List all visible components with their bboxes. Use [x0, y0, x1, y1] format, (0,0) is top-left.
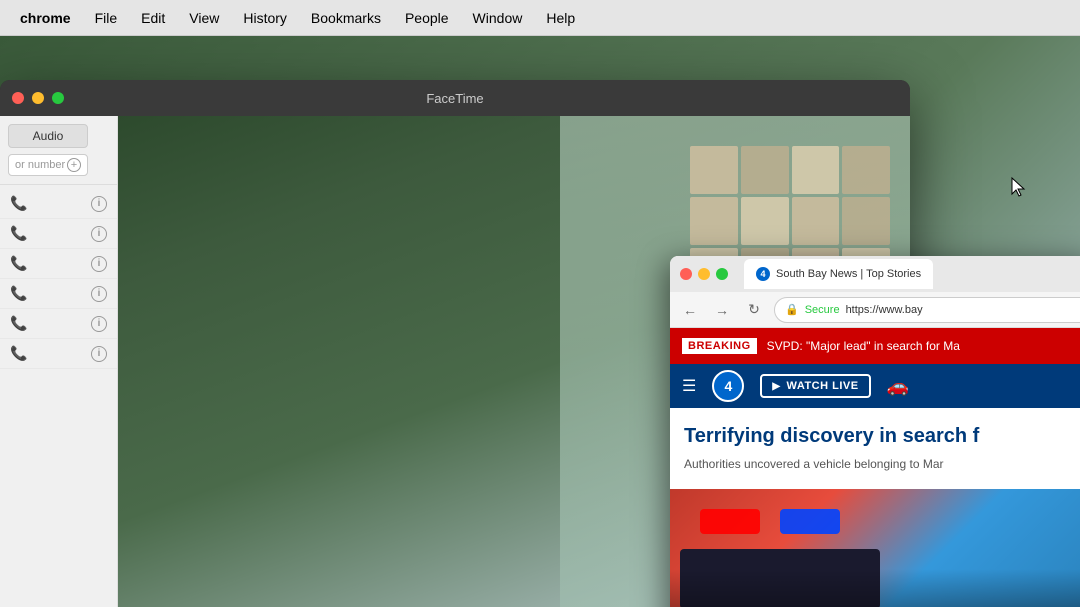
mouse-cursor	[1010, 176, 1030, 200]
breaking-news-text: SVPD: "Major lead" in search for Ma	[767, 339, 960, 353]
menu-view[interactable]: View	[179, 6, 229, 30]
audio-button[interactable]: Audio	[8, 124, 88, 148]
car-icon: 🚗	[887, 376, 909, 397]
phone-icon: 📞	[10, 285, 27, 302]
police-light-blue	[780, 509, 840, 534]
facetime-titlebar: FaceTime	[0, 80, 910, 116]
contact-row[interactable]: 📞 i	[0, 279, 117, 309]
add-contact-icon[interactable]: +	[67, 158, 81, 172]
back-button[interactable]: ←	[678, 298, 702, 322]
contact-row[interactable]: 📞 i	[0, 219, 117, 249]
facetime-title: FaceTime	[426, 91, 483, 106]
menu-history[interactable]: History	[233, 6, 297, 30]
hamburger-icon[interactable]: ☰	[682, 376, 696, 396]
number-placeholder: or number	[15, 159, 65, 171]
photo-item	[842, 146, 890, 194]
watch-live-button[interactable]: ▶ WATCH LIVE	[760, 374, 870, 398]
info-icon[interactable]: i	[91, 256, 107, 272]
breaking-label: BREAKING	[682, 338, 757, 354]
browser-toolbar: ← → ↻ 🔒 Secure https://www.bay	[670, 292, 1080, 328]
photo-item	[690, 146, 738, 194]
lock-icon: 🔒	[785, 303, 799, 316]
photo-item	[741, 197, 789, 245]
close-button[interactable]	[12, 92, 24, 104]
info-icon[interactable]: i	[91, 316, 107, 332]
secure-label: Secure	[805, 304, 840, 316]
breaking-news-banner: BREAKING SVPD: "Major lead" in search fo…	[670, 328, 1080, 364]
browser-tab[interactable]: 4 South Bay News | Top Stories	[744, 259, 933, 289]
news-logo: 4	[712, 370, 744, 402]
info-icon[interactable]: i	[91, 286, 107, 302]
info-icon[interactable]: i	[91, 226, 107, 242]
address-bar[interactable]: 🔒 Secure https://www.bay	[774, 297, 1080, 323]
news-navbar: ☰ 4 ▶ WATCH LIVE 🚗	[670, 364, 1080, 408]
browser-titlebar: 4 South Bay News | Top Stories	[670, 256, 1080, 292]
news-summary: Authorities uncovered a vehicle belongin…	[684, 456, 1080, 473]
photo-item	[741, 146, 789, 194]
image-overlay	[670, 569, 1080, 607]
window-controls	[12, 92, 64, 104]
menu-edit[interactable]: Edit	[131, 6, 175, 30]
reload-button[interactable]: ↻	[742, 298, 766, 322]
facetime-sidebar: Audio or number + 📞 i 📞 i 📞 i	[0, 116, 118, 607]
menu-people[interactable]: People	[395, 6, 459, 30]
tab-title: South Bay News | Top Stories	[776, 268, 921, 280]
contact-list: 📞 i 📞 i 📞 i 📞 i 📞 i	[0, 185, 117, 373]
phone-icon: 📞	[10, 225, 27, 242]
maximize-button[interactable]	[52, 92, 64, 104]
play-icon: ▶	[772, 381, 780, 392]
contact-row[interactable]: 📞 i	[0, 309, 117, 339]
news-image	[670, 489, 1080, 607]
photo-item	[792, 146, 840, 194]
contact-row[interactable]: 📞 i	[0, 189, 117, 219]
phone-icon: 📞	[10, 315, 27, 332]
contact-row[interactable]: 📞 i	[0, 249, 117, 279]
photo-item	[792, 197, 840, 245]
photo-item	[690, 197, 738, 245]
photo-item	[842, 197, 890, 245]
background-scene: FaceTime Audio or number + 📞 i 📞 i	[0, 36, 1080, 607]
forward-button[interactable]: →	[710, 298, 734, 322]
tab-favicon: 4	[756, 267, 770, 281]
menu-window[interactable]: Window	[463, 6, 533, 30]
url-text: https://www.bay	[846, 304, 923, 316]
phone-icon: 📞	[10, 345, 27, 362]
phone-icon: 📞	[10, 255, 27, 272]
menu-file[interactable]: File	[85, 6, 128, 30]
browser-maximize-button[interactable]	[716, 268, 728, 280]
watch-live-label: WATCH LIVE	[787, 380, 859, 392]
phone-icon: 📞	[10, 195, 27, 212]
info-icon[interactable]: i	[91, 196, 107, 212]
info-icon[interactable]: i	[91, 346, 107, 362]
menu-chrome[interactable]: chrome	[10, 6, 81, 30]
news-headline: Terrifying discovery in search f	[684, 424, 1080, 448]
menu-bookmarks[interactable]: Bookmarks	[301, 6, 391, 30]
sidebar-top: Audio or number +	[0, 116, 117, 185]
browser-minimize-button[interactable]	[698, 268, 710, 280]
menu-bar: chrome File Edit View History Bookmarks …	[0, 0, 1080, 36]
browser-close-button[interactable]	[680, 268, 692, 280]
contact-row[interactable]: 📞 i	[0, 339, 117, 369]
news-content: Terrifying discovery in search f Authori…	[670, 408, 1080, 489]
minimize-button[interactable]	[32, 92, 44, 104]
number-input[interactable]: or number +	[8, 154, 88, 176]
police-light-red	[700, 509, 760, 534]
menu-help[interactable]: Help	[536, 6, 585, 30]
browser-window: 4 South Bay News | Top Stories ← → ↻ 🔒 S…	[670, 256, 1080, 607]
